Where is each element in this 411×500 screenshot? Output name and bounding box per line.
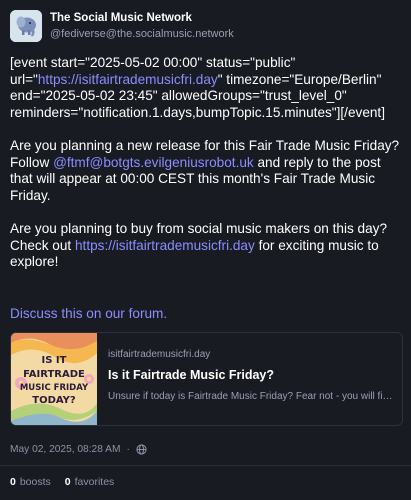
card-body: isitfairtrademusicfri.day Is it Fairtrad… <box>97 333 402 425</box>
event-paragraph: [event start="2025-05-02 00:00" status="… <box>10 55 401 121</box>
card-thumbnail: IS IT FAIRTRADE MUSIC FRIDAY TODAY? <box>11 333 97 425</box>
globe-icon <box>136 444 147 455</box>
thumb-line-4: TODAY? <box>32 395 76 406</box>
divider <box>0 465 411 466</box>
link-preview-card[interactable]: IS IT FAIRTRADE MUSIC FRIDAY TODAY? isit… <box>10 332 403 426</box>
account-names: The Social Music Network @fediverse@the.… <box>50 11 234 41</box>
release-paragraph: Are you planning a new release for this … <box>10 138 401 204</box>
avatar[interactable] <box>10 10 42 42</box>
status-post: The Social Music Network @fediverse@the.… <box>0 0 411 500</box>
post-stats: 0 boosts 0 favorites <box>10 476 401 488</box>
display-name[interactable]: The Social Music Network <box>50 11 234 25</box>
post-meta: May 02, 2025, 08:28 AM · <box>10 444 401 455</box>
favorites-count: 0 <box>64 476 71 488</box>
boosts-label: boosts <box>19 476 51 488</box>
favorites-stat[interactable]: 0 favorites <box>65 476 115 488</box>
post-header: The Social Music Network @fediverse@the.… <box>10 10 401 44</box>
discuss-forum-link[interactable]: Discuss this on our forum. <box>10 306 167 321</box>
card-host: isitfairtrademusicfri.day <box>108 349 211 360</box>
mention-link[interactable]: @ftmf@botgts.evilgeniusrobot.uk <box>53 155 254 170</box>
thumb-line-3: MUSIC FRIDAY <box>20 383 89 393</box>
discuss-paragraph: Discuss this on our forum. <box>10 306 401 323</box>
post-timestamp[interactable]: May 02, 2025, 08:28 AM <box>10 444 120 455</box>
card-description: Unsure if today is Fairtrade Music Frida… <box>108 391 394 402</box>
favorites-label: favorites <box>74 476 115 488</box>
post-content: [event start="2025-05-02 00:00" status="… <box>10 55 401 322</box>
meta-separator: · <box>126 444 130 455</box>
card-title[interactable]: Is it Fairtrade Music Friday? <box>108 367 392 383</box>
account-handle[interactable]: @fediverse@the.socialmusic.network <box>50 27 234 41</box>
thumb-line-1: IS IT <box>42 355 67 366</box>
event-url-link[interactable]: https://isitfairtrademusicfri.day <box>38 72 218 87</box>
site-link[interactable]: https://isitfairtrademusicfri.day <box>75 238 255 253</box>
elephant-logo-icon <box>10 10 42 42</box>
boosts-stat[interactable]: 0 boosts <box>10 476 51 488</box>
buy-paragraph: Are you planning to buy from social musi… <box>10 221 401 271</box>
boosts-count: 0 <box>10 476 16 488</box>
thumb-line-2: FAIRTRADE <box>23 369 85 380</box>
